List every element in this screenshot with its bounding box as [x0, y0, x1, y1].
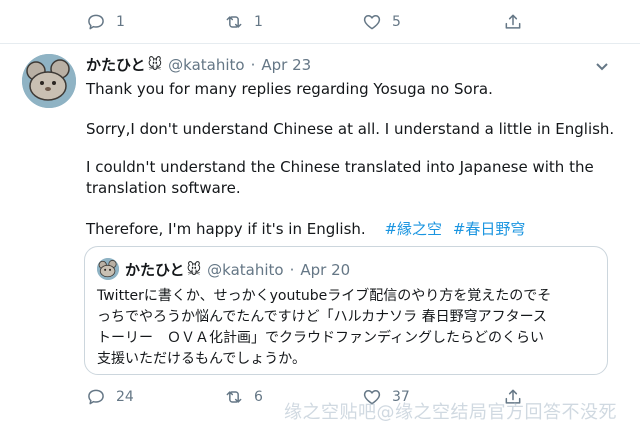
- retweet-count: 6: [254, 389, 263, 405]
- quoted-avatar: [97, 258, 119, 280]
- reply-button[interactable]: 1: [86, 12, 125, 32]
- quoted-header: かたひと 🐭 @katahito · Apr 20: [125, 259, 350, 280]
- reply-icon: [88, 14, 104, 30]
- tweet-text-line: Sorry,I don't understand Chinese at all.…: [86, 120, 615, 138]
- quoted-user-handle: @katahito: [207, 260, 284, 279]
- tweet-text: Therefore, I'm happy if it's in English.: [86, 220, 366, 238]
- quoted-separator: ·: [289, 260, 295, 279]
- reply-count: 1: [116, 14, 125, 30]
- tweet-header: かたひと 🐭 @katahito · Apr 23: [86, 54, 311, 75]
- quoted-tweet[interactable]: かたひと 🐭 @katahito · Apr 20 Twitterに書くか、せっ…: [84, 246, 608, 375]
- tweet-text-line: I couldn't understand the Chinese transl…: [86, 158, 594, 176]
- avatar[interactable]: [22, 54, 76, 108]
- quoted-text-line: トーリー ＯＶＡ化計画」でクラウドファンディングしたらどのくらい: [97, 330, 545, 346]
- separator: ·: [250, 55, 256, 74]
- tweet-menu-button[interactable]: [594, 58, 610, 74]
- like-count: 5: [392, 14, 401, 30]
- tweet-text-last-line: Therefore, I'm happy if it's in English.…: [86, 218, 525, 239]
- quoted-text-line: Twitterに書くか、せっかくyoutubeライブ配信のやり方を覚えたのでそ: [97, 288, 552, 304]
- quoted-text-line: 支援いただけるもんでしょうか。: [97, 351, 307, 367]
- retweet-icon: [226, 16, 242, 28]
- like-button[interactable]: 5: [362, 12, 401, 32]
- retweet-icon: [226, 391, 242, 403]
- tweet-date[interactable]: Apr 23: [261, 56, 311, 74]
- previous-tweet-actions: 1 1 5: [0, 0, 640, 44]
- reply-button[interactable]: 24: [86, 387, 134, 407]
- mouse-avatar-icon: [22, 54, 76, 108]
- hashtag-link[interactable]: #縁之空: [384, 220, 442, 238]
- user-handle[interactable]: @katahito: [168, 56, 244, 74]
- tweet-thread: 1 1 5 かたひと 🐭 @katahito · Apr 23 Thank yo…: [0, 0, 640, 427]
- name-emoji: 🐭: [147, 56, 163, 73]
- reply-count: 24: [116, 389, 134, 405]
- chevron-down-icon: [596, 63, 608, 71]
- quoted-name-emoji: 🐭: [186, 261, 202, 278]
- display-name[interactable]: かたひと: [86, 54, 146, 75]
- quoted-text-line: っちでやろうか悩んでたんですけど「ハルカナソラ 春日野穹アフタース: [97, 309, 547, 325]
- tweet-text-line: translation software.: [86, 179, 241, 197]
- retweet-count: 1: [254, 14, 263, 30]
- share-button[interactable]: [503, 12, 523, 32]
- hashtag-link[interactable]: #春日野穹: [453, 220, 526, 238]
- quoted-date: Apr 20: [300, 260, 351, 279]
- watermark: 缘之空贴吧@缘之空结局官方回答不没死: [284, 402, 617, 423]
- retweet-button[interactable]: 6: [224, 387, 263, 407]
- quoted-display-name: かたひと: [125, 261, 185, 279]
- retweet-button[interactable]: 1: [224, 12, 263, 32]
- reply-icon: [88, 389, 104, 405]
- mouse-avatar-icon: [97, 258, 119, 280]
- heart-icon: [363, 15, 381, 30]
- tweet-text-line: Thank you for many replies regarding Yos…: [86, 80, 493, 98]
- share-icon: [505, 14, 521, 29]
